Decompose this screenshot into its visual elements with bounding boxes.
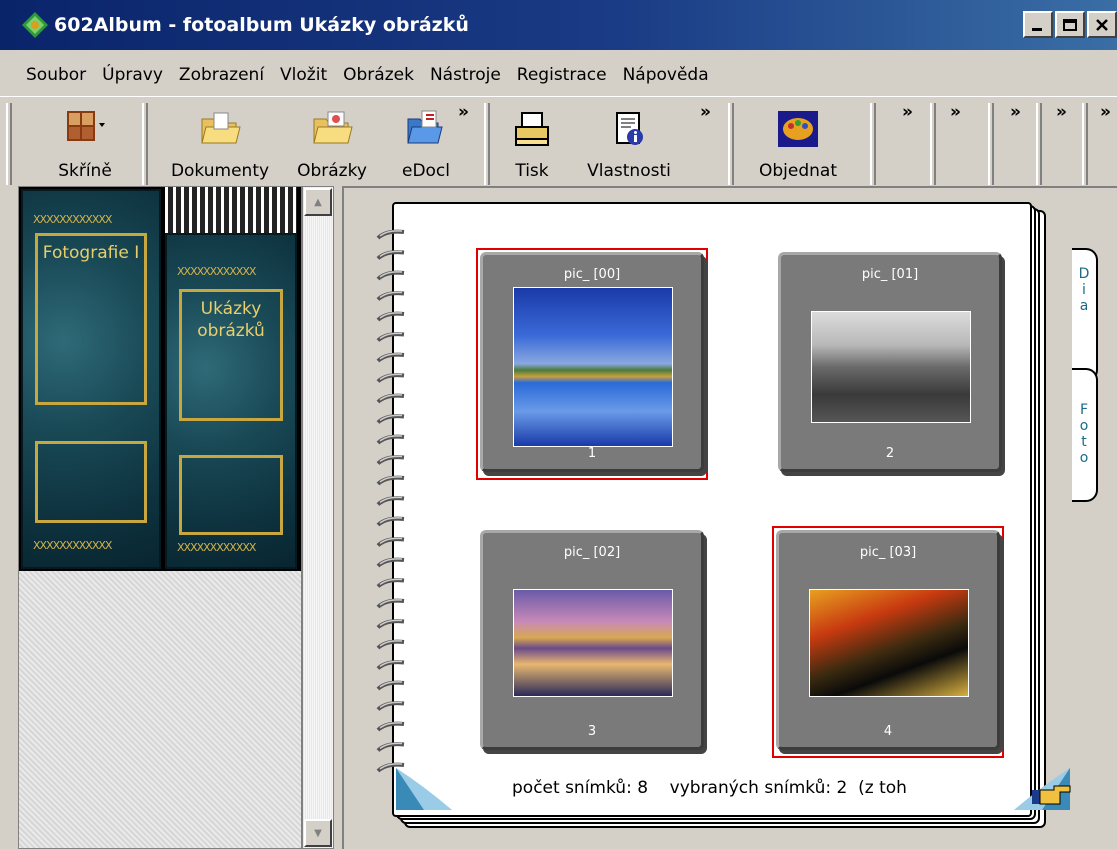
- toolbar-overflow-chevron[interactable]: »: [458, 102, 469, 122]
- book-title: Ukázky obrázků: [197, 299, 265, 341]
- book-bottom-frame: [179, 455, 283, 535]
- book-bottom-frame: [35, 441, 147, 523]
- slide-number: 1: [587, 446, 597, 461]
- tab-foto[interactable]: Foto: [1072, 368, 1098, 502]
- page-corner-left-icon[interactable]: [394, 766, 454, 812]
- book-title: Fotografie I: [42, 243, 140, 263]
- selected-count: vybraných snímků: 2: [669, 778, 848, 798]
- scroll-down-arrow[interactable]: ▼: [304, 819, 332, 847]
- edoc-label: eDocl: [401, 161, 451, 181]
- pointing-hand-icon: [1032, 785, 1071, 805]
- book-label-frame: Ukázky obrázků: [179, 289, 283, 421]
- toolbar: Skříně Dokumenty Obrázky eDocl » Tisk Vl…: [0, 96, 1117, 192]
- edoc-button[interactable]: eDocl: [392, 97, 460, 193]
- menu-obrazek[interactable]: Obrázek: [335, 65, 422, 85]
- toolbar-grip[interactable]: [1082, 103, 1088, 185]
- skrine-button[interactable]: Skříně: [50, 97, 120, 193]
- book-ornament: XXXXXXXXXXXX: [177, 541, 256, 554]
- toolbar-grip[interactable]: [728, 103, 734, 185]
- menu-nastroje[interactable]: Nástroje: [422, 65, 509, 85]
- objednat-button[interactable]: Objednat: [748, 97, 848, 193]
- slide-image-lake: [513, 287, 673, 447]
- bookshelf-pane: XXXXXXXXXXXX Fotografie I XXXXXXXXXXXX X…: [18, 186, 302, 849]
- scroll-up-arrow[interactable]: ▲: [304, 188, 332, 216]
- menu-soubor[interactable]: Soubor: [18, 65, 94, 85]
- slide-number: 3: [587, 724, 597, 739]
- slide-title: pic_ [00]: [563, 267, 621, 282]
- slide-image-canal: [513, 589, 673, 697]
- menu-vlozit[interactable]: Vložit: [272, 65, 335, 85]
- book-label-frame: Fotografie I: [35, 233, 147, 405]
- toolbar-grip[interactable]: [930, 103, 936, 185]
- slide-count: počet snímků: 8: [512, 778, 649, 798]
- toolbar-grip[interactable]: [484, 103, 490, 185]
- maximize-button[interactable]: [1055, 11, 1085, 38]
- toolbar-overflow-chevron[interactable]: »: [1100, 102, 1111, 122]
- objednat-label: Objednat: [758, 161, 837, 181]
- toolbar-grip[interactable]: [142, 103, 148, 185]
- tisk-button[interactable]: Tisk: [506, 97, 558, 193]
- spiral-binding: [376, 229, 405, 773]
- menu-napoveda[interactable]: Nápověda: [615, 65, 717, 85]
- close-button[interactable]: [1087, 11, 1117, 38]
- title-bar: 602Album - fotoalbum Ukázky obrázků: [0, 0, 1117, 50]
- status-line: počet snímků: 8 vybraných snímků: 2 (z t…: [512, 778, 907, 798]
- slide-number: 2: [885, 446, 895, 461]
- folder-icon: [198, 109, 242, 149]
- menu-upravy[interactable]: Úpravy: [94, 65, 171, 85]
- menu-registrace[interactable]: Registrace: [509, 65, 615, 85]
- toolbar-grip[interactable]: [1036, 103, 1042, 185]
- app-icon[interactable]: [20, 10, 50, 40]
- slide-2[interactable]: pic_ [01] 2: [778, 252, 1002, 472]
- toolbar-overflow-chevron[interactable]: »: [902, 102, 913, 122]
- properties-icon: [607, 109, 651, 149]
- tab-dia[interactable]: Dia: [1072, 248, 1098, 382]
- album-book-fotografie[interactable]: XXXXXXXXXXXX Fotografie I XXXXXXXXXXXX: [21, 189, 161, 569]
- tisk-label: Tisk: [515, 161, 549, 181]
- obrazky-button[interactable]: Obrázky: [292, 97, 372, 193]
- vlastnosti-button[interactable]: Vlastnosti: [578, 97, 680, 193]
- menu-zobrazeni[interactable]: Zobrazení: [171, 65, 272, 85]
- order-icon: [776, 109, 820, 149]
- slide-image-taxi: [809, 589, 969, 697]
- status-extra: (z toh: [858, 778, 907, 798]
- toolbar-grip[interactable]: [6, 103, 12, 185]
- slide-image-city: [811, 311, 971, 423]
- slide-title: pic_ [02]: [563, 545, 621, 560]
- book-ornament: XXXXXXXXXXXX: [177, 265, 256, 278]
- slide-title: pic_ [03]: [859, 545, 917, 560]
- dokumenty-label: Dokumenty: [170, 161, 270, 181]
- slide-3[interactable]: pic_ [02] 3: [480, 530, 704, 750]
- vlastnosti-label: Vlastnosti: [587, 161, 671, 181]
- toolbar-overflow-chevron[interactable]: »: [1056, 102, 1067, 122]
- left-pane-scrollbar[interactable]: ▲ ▼: [302, 186, 334, 849]
- slide-1[interactable]: pic_ [00] 1: [480, 252, 704, 472]
- toolbar-grip[interactable]: [988, 103, 994, 185]
- book-ornament: XXXXXXXXXXXX: [33, 213, 112, 226]
- toolbar-overflow-chevron[interactable]: »: [950, 102, 961, 122]
- album-book-ukazky[interactable]: XXXXXXXXXXXX Ukázky obrázků XXXXXXXXXXXX: [165, 233, 297, 569]
- slide-number: 4: [883, 724, 893, 739]
- menu-bar: Soubor Úpravy Zobrazení Vložit Obrázek N…: [0, 57, 1117, 93]
- tab-dia-label: Dia: [1078, 266, 1090, 314]
- window-title: 602Album - fotoalbum Ukázky obrázků: [54, 14, 469, 36]
- tab-foto-label: Foto: [1079, 402, 1089, 466]
- book-pages-edge: [165, 187, 297, 233]
- slide-4[interactable]: pic_ [03] 4: [776, 530, 1000, 750]
- minimize-button[interactable]: [1023, 11, 1053, 38]
- toolbar-overflow-chevron[interactable]: »: [700, 102, 711, 122]
- edoc-folder-icon: [404, 109, 448, 149]
- obrazky-label: Obrázky: [297, 161, 367, 181]
- skrine-label: Skříně: [58, 161, 112, 181]
- slide-title: pic_ [01]: [861, 267, 919, 282]
- cabinet-icon: [63, 109, 107, 149]
- book-ornament: XXXXXXXXXXXX: [33, 539, 112, 552]
- toolbar-grip[interactable]: [870, 103, 876, 185]
- picture-folder-icon: [310, 109, 354, 149]
- dokumenty-button[interactable]: Dokumenty: [166, 97, 274, 193]
- toolbar-overflow-chevron[interactable]: »: [1010, 102, 1021, 122]
- printer-icon: [510, 109, 554, 149]
